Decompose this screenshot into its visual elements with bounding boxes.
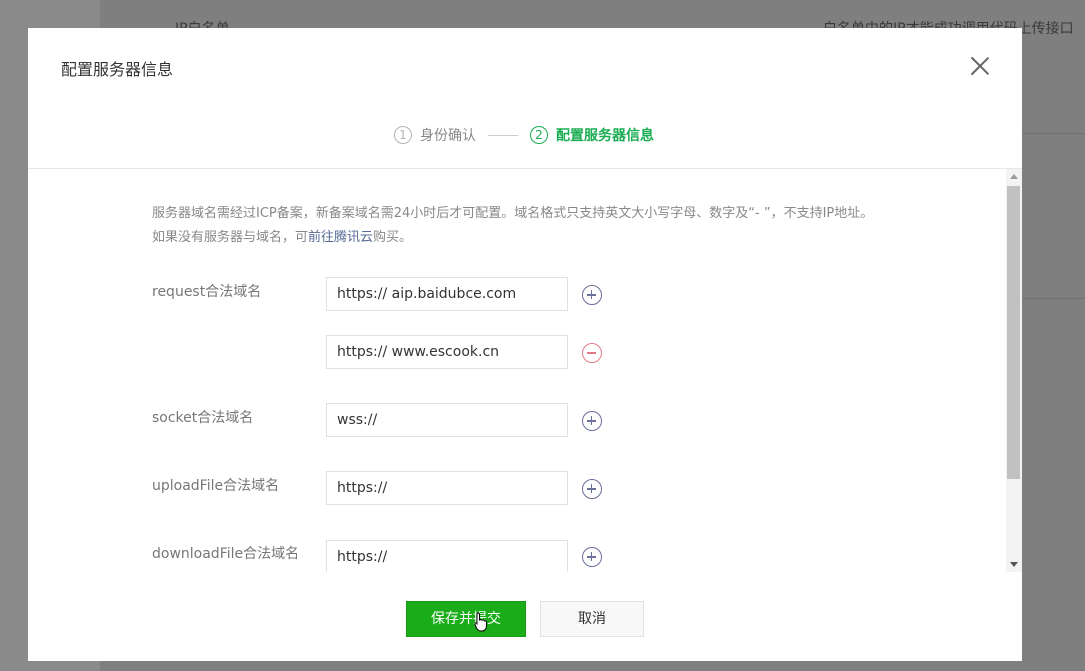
pointer-cursor-icon [474, 612, 487, 632]
request-domain-label: request合法域名 [152, 284, 262, 300]
step-server-config: 2 配置服务器信息 [530, 125, 654, 145]
icon-bar [590, 416, 593, 426]
notice-text-end: 购买。 [373, 230, 413, 245]
step-label: 配置服务器信息 [556, 128, 654, 144]
step-number: 1 [394, 126, 412, 144]
tencent-cloud-link[interactable]: 前往腾讯云 [308, 230, 373, 245]
icon-bar [590, 290, 593, 300]
step-indicator: 1 身份确认 2 配置服务器信息 [394, 124, 654, 146]
scroll-down-arrow-icon[interactable] [1010, 562, 1018, 567]
step-separator [488, 134, 518, 136]
dialog-title: 配置服务器信息 [61, 60, 174, 79]
save-and-submit-button[interactable]: 保存并提交 [406, 601, 526, 637]
socket-domain-label: socket合法域名 [152, 410, 254, 426]
add-circle-icon[interactable] [582, 547, 602, 567]
close-icon[interactable] [966, 52, 994, 80]
cancel-button[interactable]: 取消 [540, 601, 644, 637]
scrollbar-thumb[interactable] [1007, 186, 1020, 479]
form-scroll-area[interactable]: 服务器域名需经过ICP备案，新备案域名需24小时后才可配置。域名格式只支持英文大… [28, 169, 1022, 572]
add-circle-icon[interactable] [582, 411, 602, 431]
request-domain-input-2[interactable]: https:// www.escook.cn [326, 335, 568, 369]
add-circle-icon[interactable] [582, 285, 602, 305]
vertical-scrollbar[interactable] [1006, 169, 1022, 572]
icon-bar [590, 552, 593, 562]
server-config-dialog: 配置服务器信息 1 身份确认 2 配置服务器信息 服务器域名需经过ICP备案，新… [28, 28, 1022, 661]
socket-domain-input[interactable]: wss:// [326, 403, 568, 437]
domain-notice: 服务器域名需经过ICP备案，新备案域名需24小时后才可配置。域名格式只支持英文大… [152, 202, 882, 250]
notice-text: 服务器域名需经过ICP备案，新备案域名需24小时后才可配置。域名格式只支持英文大… [152, 206, 874, 245]
download-domain-label: downloadFile合法域名 [152, 546, 300, 562]
step-identity-confirm: 1 身份确认 [394, 125, 476, 145]
request-domain-input-1[interactable]: https:// aip.baidubce.com [326, 277, 568, 311]
step-number: 2 [530, 126, 548, 144]
background-divider [1023, 133, 1085, 134]
scroll-up-arrow-icon[interactable] [1010, 174, 1018, 179]
add-circle-icon[interactable] [582, 479, 602, 499]
upload-domain-label: uploadFile合法域名 [152, 478, 280, 494]
upload-domain-input[interactable]: https:// [326, 471, 568, 505]
icon-bar [587, 352, 596, 354]
icon-bar [590, 484, 593, 494]
background-divider [1023, 298, 1085, 299]
download-domain-input[interactable]: https:// [326, 540, 568, 572]
step-label: 身份确认 [420, 128, 476, 144]
remove-circle-icon[interactable] [582, 343, 602, 363]
